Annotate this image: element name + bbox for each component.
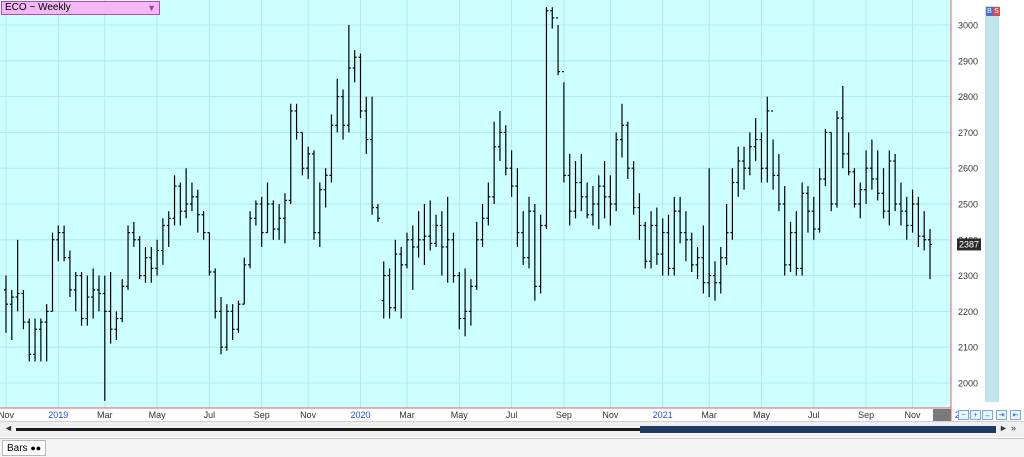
zoom-out-icon[interactable]: − (958, 410, 969, 420)
x-tick-label: Nov (300, 410, 317, 420)
x-tick-label: Jul (808, 410, 820, 420)
bars-tab-label: Bars (7, 443, 28, 454)
y-tick-label: 2200 (958, 307, 978, 317)
x-tick-label: 2019 (48, 410, 68, 420)
zoom-in-icon[interactable]: + (970, 410, 981, 420)
badge-s[interactable]: S (993, 7, 1000, 16)
y-tick-label: 2800 (958, 92, 978, 102)
x-tick-label: 2020 (350, 410, 370, 420)
x-tick-label: Sep (254, 410, 270, 420)
scroll-corner-box[interactable] (933, 409, 951, 421)
x-tick-label: Mar (399, 410, 415, 420)
scroll-end-icon[interactable]: » (1011, 423, 1016, 433)
x-tick-label: Mar (701, 410, 717, 420)
last-price-tag: 2387 (957, 238, 981, 251)
x-tick-label: Nov (0, 410, 14, 420)
x-tick-label: Jul (506, 410, 518, 420)
link-icon: ●● (30, 443, 42, 453)
x-tick-label: May (451, 410, 469, 420)
x-tick-label: Nov (905, 410, 922, 420)
symbol-selector[interactable]: ECO ~ Weekly ▼ (1, 1, 160, 15)
horizontal-scrollbar[interactable]: ◄ ► » (0, 421, 1024, 437)
x-tick-label: 2021 (653, 410, 673, 420)
symbol-label: ECO ~ Weekly (5, 2, 71, 13)
scroll-thumb[interactable] (640, 426, 996, 433)
x-tick-label: Jul (204, 410, 216, 420)
x-tick-label: May (753, 410, 771, 420)
scroll-left-icon[interactable]: ◄ (4, 423, 13, 433)
y-tick-label: 2600 (958, 164, 978, 174)
x-tick-label: Nov (602, 410, 619, 420)
y-tick-label: 2300 (958, 271, 978, 281)
x-tick-label: May (149, 410, 167, 420)
x-tick-label: Sep (858, 410, 874, 420)
right-scale-strip (985, 6, 999, 402)
triangle-down-icon[interactable]: ▼ (147, 2, 156, 14)
time-axis-labels: Nov 2019 Mar May Jul Sep Nov 2020 Mar May Jul Sep No… (0, 410, 975, 420)
y-tick-label: 2100 (958, 343, 978, 353)
bars-tab[interactable]: Bars ●● (2, 440, 47, 456)
expand-icon[interactable]: ⇤ (1010, 410, 1021, 420)
compress-icon[interactable]: ⇥ (996, 410, 1007, 420)
y-tick-label: 2700 (958, 128, 978, 138)
fit-icon[interactable]: ↔ (982, 410, 993, 420)
grid-lines (0, 0, 966, 408)
x-tick-label: Mar (97, 410, 113, 420)
y-tick-label: 2900 (958, 56, 978, 66)
y-tick-label: 2500 (958, 200, 978, 210)
scroll-right-icon[interactable]: ► (999, 423, 1008, 433)
badge-b[interactable]: B (986, 7, 993, 16)
y-tick-label: 2000 (958, 378, 978, 388)
x-tick-label: Sep (556, 410, 572, 420)
status-bar: Bars ●● (0, 438, 1024, 457)
y-tick-label: 3000 (958, 21, 978, 31)
last-price-value: 2387 (959, 240, 979, 250)
price-chart[interactable]: 2000210022002300240025002600270028002900… (0, 0, 1024, 421)
